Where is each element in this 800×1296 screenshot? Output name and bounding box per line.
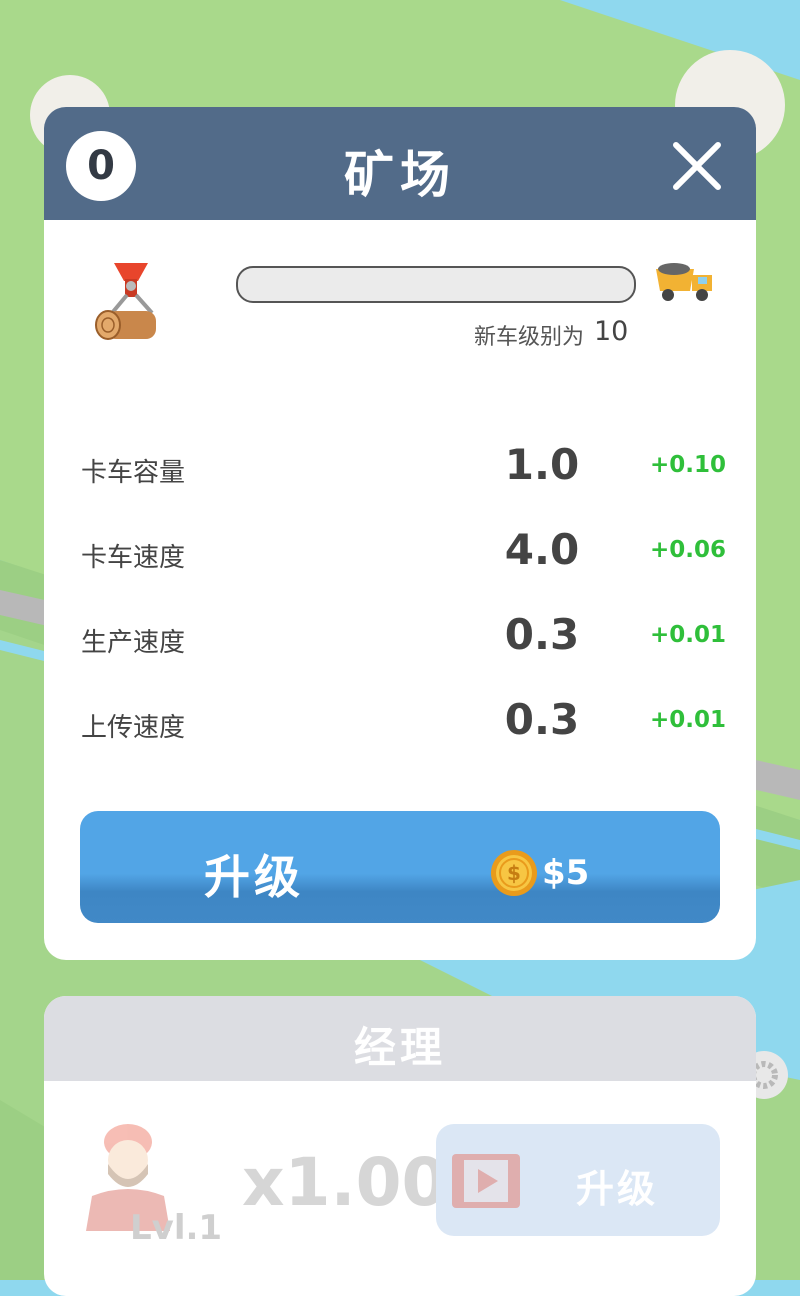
stat-row-production-speed: 生产速度 0.3 +0.01 xyxy=(44,610,756,670)
stat-label: 上传速度 xyxy=(81,713,186,743)
manager-multiplier: x1.00 xyxy=(242,1144,448,1221)
modal-title: 矿场 xyxy=(344,146,456,204)
stat-label: 卡车速度 xyxy=(81,543,186,573)
stat-delta: +0.01 xyxy=(650,622,727,648)
video-play-icon xyxy=(452,1154,520,1208)
next-level-label: 新车级别为 xyxy=(473,325,584,350)
stat-value: 1.0 xyxy=(504,440,580,489)
stat-row-truck-capacity: 卡车容量 1.0 +0.10 xyxy=(44,440,756,500)
upgrade-button-label: 升级 xyxy=(204,850,304,904)
svg-text:$: $ xyxy=(507,861,521,885)
stat-delta: +0.06 xyxy=(650,537,727,563)
stat-value: 0.3 xyxy=(504,610,580,659)
stat-row-upload-speed: 上传速度 0.3 +0.01 xyxy=(44,695,756,755)
close-icon[interactable] xyxy=(666,135,728,197)
upgrade-progress-bar xyxy=(236,266,636,303)
modal-header: 0 矿场 xyxy=(44,107,756,220)
upgrade-price: $5 xyxy=(542,853,590,893)
log-grabber-icon xyxy=(95,263,156,340)
stat-label: 生产速度 xyxy=(81,628,186,658)
coin-icon: $ xyxy=(491,850,537,896)
manager-upgrade-label: 升级 xyxy=(576,1167,659,1211)
mine-modal: 0 矿场 新车级别为 10 卡车容量 1.0 +0.10 卡车速度 4.0 +0… xyxy=(44,107,756,960)
stat-value: 0.3 xyxy=(504,695,580,744)
manager-upgrade-button[interactable]: 升级 xyxy=(436,1124,720,1236)
stat-row-truck-speed: 卡车速度 4.0 +0.06 xyxy=(44,525,756,585)
manager-level: Lvl.1 xyxy=(130,1208,223,1248)
stat-delta: +0.01 xyxy=(650,707,727,733)
stat-delta: +0.10 xyxy=(650,452,727,478)
next-level-value: 10 xyxy=(594,316,629,347)
stat-label: 卡车容量 xyxy=(81,458,186,488)
manager-title: 经理 xyxy=(353,1023,446,1072)
manager-header: 经理 xyxy=(44,996,756,1081)
dump-truck-icon xyxy=(656,263,712,301)
upgrade-button[interactable]: 升级 $ $5 xyxy=(80,811,720,923)
stat-value: 4.0 xyxy=(504,525,580,574)
manager-card: 经理 Lvl.1 x1.00 升级 xyxy=(44,996,756,1296)
